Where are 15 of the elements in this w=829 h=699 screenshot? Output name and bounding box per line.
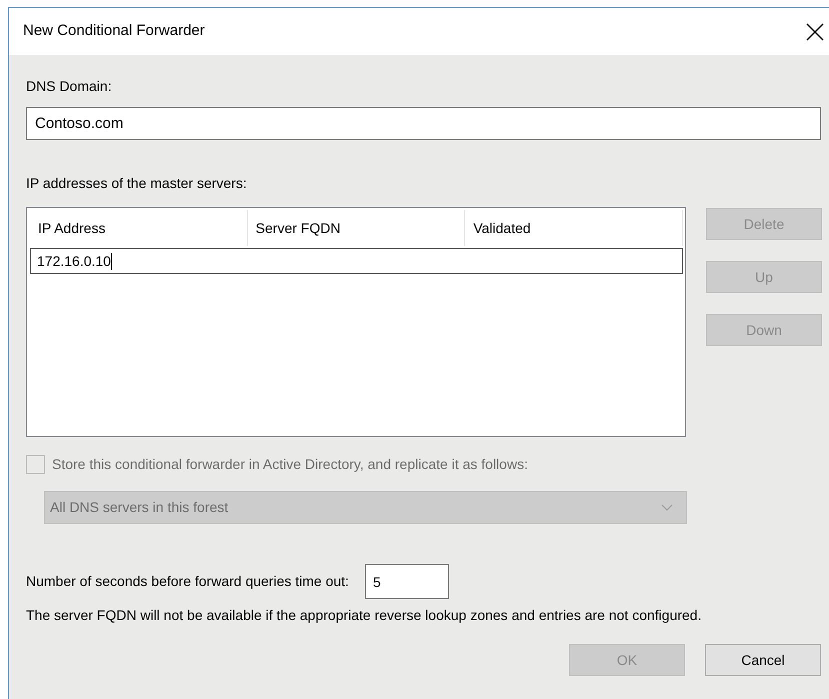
timeout-label: Number of seconds before forward queries time out: — [26, 572, 349, 591]
timeout-field[interactable]: 5 — [364, 564, 449, 599]
column-header[interactable]: Validated — [465, 210, 684, 246]
ip-address-input[interactable]: 172.16.0.10 — [30, 248, 683, 274]
field-label: DNS Domain: — [26, 77, 113, 96]
column-header[interactable]: IP Address — [30, 210, 248, 246]
chevron-down-icon — [661, 504, 673, 511]
column-header[interactable]: Server FQDN — [248, 210, 466, 246]
note-text: The server FQDN will not be available if the appropriate reverse lookup zones and entries are not configured. — [26, 606, 702, 625]
field-label: IP addresses of the master servers: — [26, 174, 248, 193]
close-icon — [806, 22, 824, 40]
dialog-button[interactable]: Cancel — [705, 644, 821, 676]
dns-domain-field[interactable]: Contoso.com — [26, 107, 821, 140]
window-title: New Conditional Forwarder — [23, 21, 205, 42]
checkbox-label: Store this conditional forwarder in Active Directory, and replicate it as follows: — [52, 455, 528, 474]
